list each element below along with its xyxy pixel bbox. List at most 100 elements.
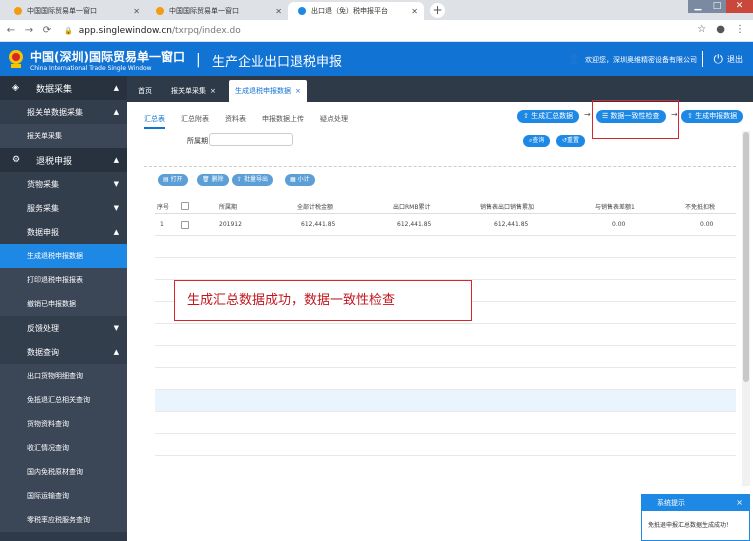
tab-upload[interactable]: 申报数据上传 [262, 114, 304, 129]
reset-button[interactable]: ↺重置 [556, 135, 586, 147]
sidebar-item-label: 货物采集 [27, 179, 59, 189]
upload-icon: ⇧ [523, 112, 529, 120]
browser-tab-strip: 中国国际贸易单一窗口 ✕ 中国国际贸易单一窗口 ✕ 出口退（免）税申报平台 ✕ … [0, 0, 753, 20]
chevron-down-icon: ▼ [113, 324, 119, 332]
site-favicon-icon [156, 7, 164, 15]
forward-icon[interactable]: → [22, 25, 36, 36]
sidebar-item-generate-data[interactable]: 生成退税申报数据 [0, 244, 127, 268]
sidebar-item-zero-rate-query[interactable]: 零税率应税服务查询 [0, 508, 127, 532]
sidebar-item-fx-query[interactable]: 收汇情况查询 [0, 436, 127, 460]
menu-kebab-icon[interactable]: ⋮ [735, 24, 745, 35]
button-label: 小计 [297, 176, 310, 183]
table-row[interactable]: 1 201912 612,441.85 612,441.85 612,441.8… [155, 214, 736, 236]
close-icon[interactable]: ✕ [275, 7, 282, 16]
system-title: 生产企业出口退税申报 [212, 55, 343, 70]
column-header: 不免抵扣税 [685, 204, 716, 211]
period-input[interactable] [209, 133, 293, 146]
logout-label: 退出 [727, 55, 743, 64]
power-icon: ⏻ [713, 52, 724, 66]
sidebar-item-print-report[interactable]: 打印退税申报报表 [0, 268, 127, 292]
browser-tab-1[interactable]: 中国国际贸易单一窗口 ✕ [4, 2, 146, 20]
tab-close-icon[interactable]: × [295, 87, 301, 95]
logout-button[interactable]: ⏻ 退出 [714, 52, 744, 67]
sidebar-item-feedback[interactable]: 反馈处理 ▼ [0, 316, 127, 340]
sidebar-item-declaration[interactable]: 数据申报 ▲ [0, 220, 127, 244]
close-icon[interactable]: ✕ [411, 7, 418, 16]
period-label: 所属期 [187, 137, 208, 145]
tab-customs-collection[interactable]: 报关单采集 × [165, 80, 222, 102]
sales-total-cell: 612,441.85 [494, 221, 529, 228]
table-row [155, 434, 736, 456]
gear-icon: ⚙ [12, 155, 21, 165]
button-label: 打开 [170, 176, 183, 183]
minimize-icon[interactable]: ▁ [688, 0, 708, 13]
column-header: 所属期 [219, 204, 238, 211]
sidebar-item-label: 报关单数据采集 [27, 107, 83, 117]
delete-button[interactable]: 🗑 删除 [197, 174, 229, 186]
tab-generate-data[interactable]: 生成退税申报数据 × [229, 80, 307, 102]
sidebar-item-transport-query[interactable]: 国际运输查询 [0, 484, 127, 508]
brand-name: 中国(深圳)国际贸易单一窗口 [30, 50, 185, 64]
tab-label: 首页 [138, 87, 152, 95]
upload-icon: ⇧ [687, 112, 693, 120]
sidebar-item-label: 免抵退汇总相关查询 [27, 396, 90, 404]
reload-icon[interactable]: ⟳ [40, 25, 54, 36]
generate-declaration-button[interactable]: ⇧ 生成申报数据 [681, 110, 744, 123]
new-tab-icon[interactable]: + [430, 3, 445, 18]
maximize-icon[interactable]: □ [708, 0, 726, 13]
table-row [155, 346, 736, 368]
chevron-down-icon: ▼ [113, 204, 119, 212]
chevron-up-icon: ▲ [113, 156, 119, 164]
rmb-total-cell: 612,441.85 [397, 221, 432, 228]
tab-material[interactable]: 资料表 [225, 114, 246, 129]
no-deduct-cell: 0.00 [700, 221, 714, 228]
page-tab-bar: 首页 报关单采集 × 生成退税申报数据 × [127, 76, 753, 102]
close-icon[interactable]: × [736, 495, 743, 511]
sidebar-item-material-query[interactable]: 国内免税原材查询 [0, 460, 127, 484]
subtotal-button[interactable]: ▦ 小计 [285, 174, 315, 186]
sidebar-item-label: 零税率应税服务查询 [27, 516, 90, 524]
welcome-label: 欢迎您，深圳奥维精密设备有限公司 [585, 55, 697, 64]
tab-summary[interactable]: 汇总表 [144, 114, 165, 129]
sidebar-item-customs-form[interactable]: 报关单采集 [0, 124, 127, 148]
tab-summary-appendix[interactable]: 汇总附表 [181, 114, 209, 129]
sidebar-group-tax-refund[interactable]: ⚙ 退税申报 ▲ [0, 148, 127, 172]
window-close-icon[interactable]: ✕ [726, 0, 753, 13]
close-icon[interactable]: ✕ [133, 7, 140, 16]
select-all-checkbox[interactable] [181, 202, 189, 210]
table-row [155, 258, 736, 280]
sub-tab-bar: 汇总表 汇总附表 资料表 申报数据上传 疑点处理 [144, 114, 364, 129]
tab-doubt[interactable]: 疑点处理 [320, 114, 348, 129]
batch-export-button[interactable]: ⇪ 批量导出 [232, 174, 273, 186]
tab-label: 报关单采集 [171, 87, 206, 95]
user-icon: 👤 [567, 54, 580, 65]
url-field[interactable]: 🔒 app.singlewindow.cn /txrpq/index.do [64, 26, 241, 36]
sidebar-item-customs-collection[interactable]: 报关单数据采集 ▲ [0, 100, 127, 124]
query-button[interactable]: ⌕查询 [523, 135, 551, 147]
highlight-box [592, 100, 679, 139]
sidebar-item-summary-query[interactable]: 免抵退汇总相关查询 [0, 388, 127, 412]
sidebar-item-revoke[interactable]: 撤销已申报数据 [0, 292, 127, 316]
sidebar-item-export-detail[interactable]: 出口货物明细查询 [0, 364, 127, 388]
tab-home[interactable]: 首页 [132, 80, 158, 102]
sidebar-item-label: 撤销已申报数据 [27, 300, 76, 308]
generate-summary-button[interactable]: ⇧ 生成汇总数据 [517, 110, 580, 123]
account-icon[interactable]: ● [716, 24, 725, 35]
scrollbar-thumb[interactable] [743, 132, 749, 382]
bookmark-star-icon[interactable]: ☆ [697, 24, 706, 35]
sidebar-group-data-collection[interactable]: ◈ 数据采集 ▲ [0, 76, 127, 100]
column-header: 全部计税金额 [297, 204, 334, 211]
notification-message: 免抵退申报汇总数据生成成功！ [648, 522, 733, 529]
sidebar-item-query[interactable]: 数据查询 ▲ [0, 340, 127, 364]
browser-tab-3[interactable]: 出口退（免）税申报平台 ✕ [288, 2, 424, 20]
row-checkbox[interactable] [181, 221, 189, 229]
sidebar-item-label: 国内免税原材查询 [27, 468, 83, 476]
open-button[interactable]: ▤ 打开 [158, 174, 188, 186]
browser-tab-title: 中国国际贸易单一窗口 [27, 7, 97, 15]
browser-tab-2[interactable]: 中国国际贸易单一窗口 ✕ [146, 2, 288, 20]
sidebar-item-goods-query[interactable]: 货物资料查询 [0, 412, 127, 436]
sidebar-item-service[interactable]: 服务采集 ▼ [0, 196, 127, 220]
back-icon[interactable]: ← [4, 25, 18, 36]
tab-close-icon[interactable]: × [210, 87, 216, 95]
sidebar-item-goods[interactable]: 货物采集 ▼ [0, 172, 127, 196]
